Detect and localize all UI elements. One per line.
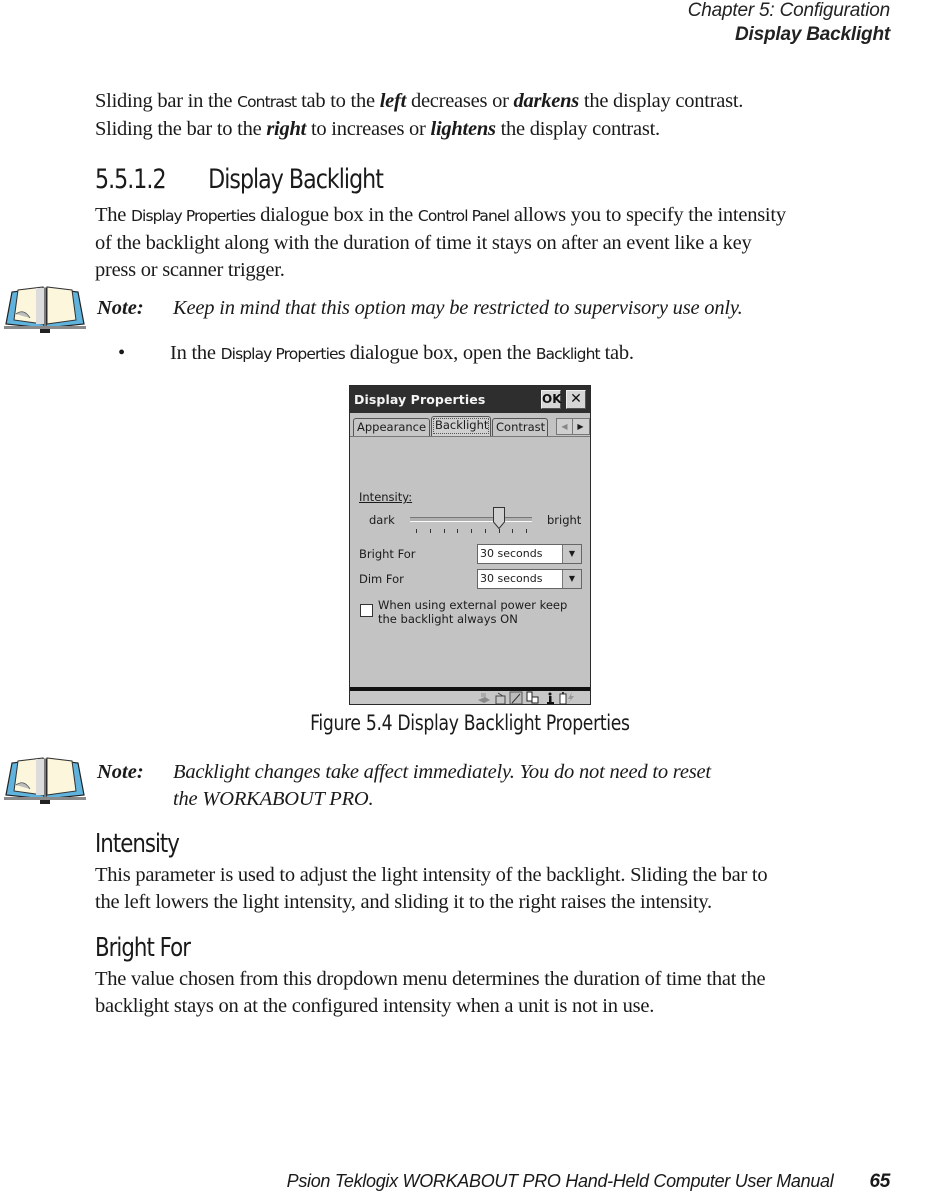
external-power-label: When using external power keep the backl…: [378, 598, 568, 626]
dim-for-dropdown[interactable]: 30 seconds ▼: [477, 569, 582, 589]
control-panel-ref: Control Panel: [417, 207, 510, 225]
bright-for-paragraph: The value chosen from this dropdown menu…: [95, 968, 766, 1017]
slider-tick: [471, 529, 472, 533]
bright-for-label: Bright For: [359, 547, 416, 561]
bright-for-dropdown[interactable]: 30 seconds ▼: [477, 544, 582, 564]
chapter-title: Chapter 5: Configuration: [687, 0, 890, 21]
intro-paragraph: Sliding bar in the Contrast tab to the l…: [95, 88, 743, 143]
tab-scroller: ◀ ▶: [556, 418, 590, 435]
note-text: Keep in mind that this option may be res…: [173, 297, 743, 319]
note-label: Note:: [97, 297, 144, 319]
close-button[interactable]: ✕: [566, 390, 586, 409]
tab-contrast[interactable]: Contrast: [492, 418, 548, 436]
note-text: Backlight changes take affect immediatel…: [173, 761, 711, 810]
bright-for-value: 30 seconds: [480, 547, 543, 560]
section-number: 5.5.1.2: [95, 164, 167, 195]
book-icon: [4, 757, 86, 804]
slider-tick: [484, 529, 486, 533]
display-properties-ref: Display Properties: [131, 207, 256, 225]
intensity-paragraph: This parameter is used to adjust the lig…: [95, 864, 768, 913]
keyboard-icon[interactable]: [495, 692, 506, 704]
dim-for-value: 30 seconds: [480, 572, 543, 585]
section-heading-title: Display Backlight: [208, 164, 384, 195]
figure-caption: Figure 5.4 Display Backlight Properties: [310, 711, 630, 735]
info-icon[interactable]: [547, 692, 554, 705]
connection-icon[interactable]: [526, 691, 539, 704]
bright-for-heading: Bright For: [95, 933, 191, 963]
display-properties-dialog: Display Properties OK ✕ Appearance Contr…: [349, 385, 591, 705]
note-label: Note:: [97, 761, 144, 783]
running-header: Chapter 5: Configuration Display Backlig…: [688, 0, 890, 48]
note-1: Note: Keep in mind that this option may …: [2, 284, 743, 334]
dim-for-label: Dim For: [359, 572, 404, 586]
tab-scroll-left-icon[interactable]: ◀: [557, 419, 573, 434]
tab-bar: Appearance Contrast Backlight ◀ ▶: [350, 413, 590, 437]
signal-icon[interactable]: [509, 691, 523, 704]
slider-thumb[interactable]: [492, 507, 505, 529]
slider-tick: [457, 529, 459, 533]
slider-tick: [526, 529, 527, 533]
book-icon: [4, 286, 86, 333]
slider-track[interactable]: [410, 517, 532, 522]
system-tray: [478, 691, 574, 705]
page-footer: Psion Teklogix WORKABOUT PRO Hand-Held C…: [286, 1170, 891, 1193]
intro-line-2: Sliding the bar to the right to increase…: [95, 118, 660, 140]
backlight-pane: Intensity: dark bright Bright For 30 sec…: [350, 437, 590, 689]
intro-line-1: Sliding bar in the Contrast tab to the l…: [95, 90, 744, 112]
taskbar: [350, 691, 590, 705]
bullet-symbol: •: [118, 342, 125, 364]
ok-button[interactable]: OK: [541, 390, 562, 409]
manual-title: Psion Teklogix WORKABOUT PRO Hand-Held C…: [286, 1171, 834, 1191]
slider-tick: [429, 529, 431, 533]
section-title: Display Backlight: [735, 24, 890, 45]
chevron-down-icon[interactable]: ▼: [562, 570, 581, 588]
bullet-item: • In the Display Properties dialogue box,…: [118, 340, 634, 368]
slider-tick: [443, 529, 445, 533]
contrast-tab-ref: Contrast: [237, 93, 297, 111]
section-heading: 5.5.1.2 Display Backlight: [95, 163, 384, 197]
intensity-heading: Intensity: [95, 829, 180, 859]
note-2: Note: Backlight changes take affect imme…: [2, 755, 711, 813]
dialog-title-bar: Display Properties OK ✕: [350, 386, 590, 413]
tab-scroll-right-icon[interactable]: ▶: [573, 419, 588, 434]
section-paragraph: The Display Properties dialogue box in t…: [95, 204, 786, 281]
dialog-title: Display Properties: [354, 392, 486, 407]
battery-charging-icon[interactable]: [559, 692, 574, 704]
slider-tick: [416, 529, 417, 533]
network-icon[interactable]: [478, 693, 490, 703]
tab-appearance[interactable]: Appearance: [353, 418, 430, 436]
slider-tick: [512, 529, 514, 533]
page-number: 65: [869, 1171, 890, 1192]
external-power-checkbox[interactable]: [360, 604, 373, 617]
chevron-down-icon[interactable]: ▼: [562, 545, 581, 563]
slider-tick: [498, 529, 500, 533]
tab-backlight[interactable]: Backlight: [431, 416, 491, 436]
